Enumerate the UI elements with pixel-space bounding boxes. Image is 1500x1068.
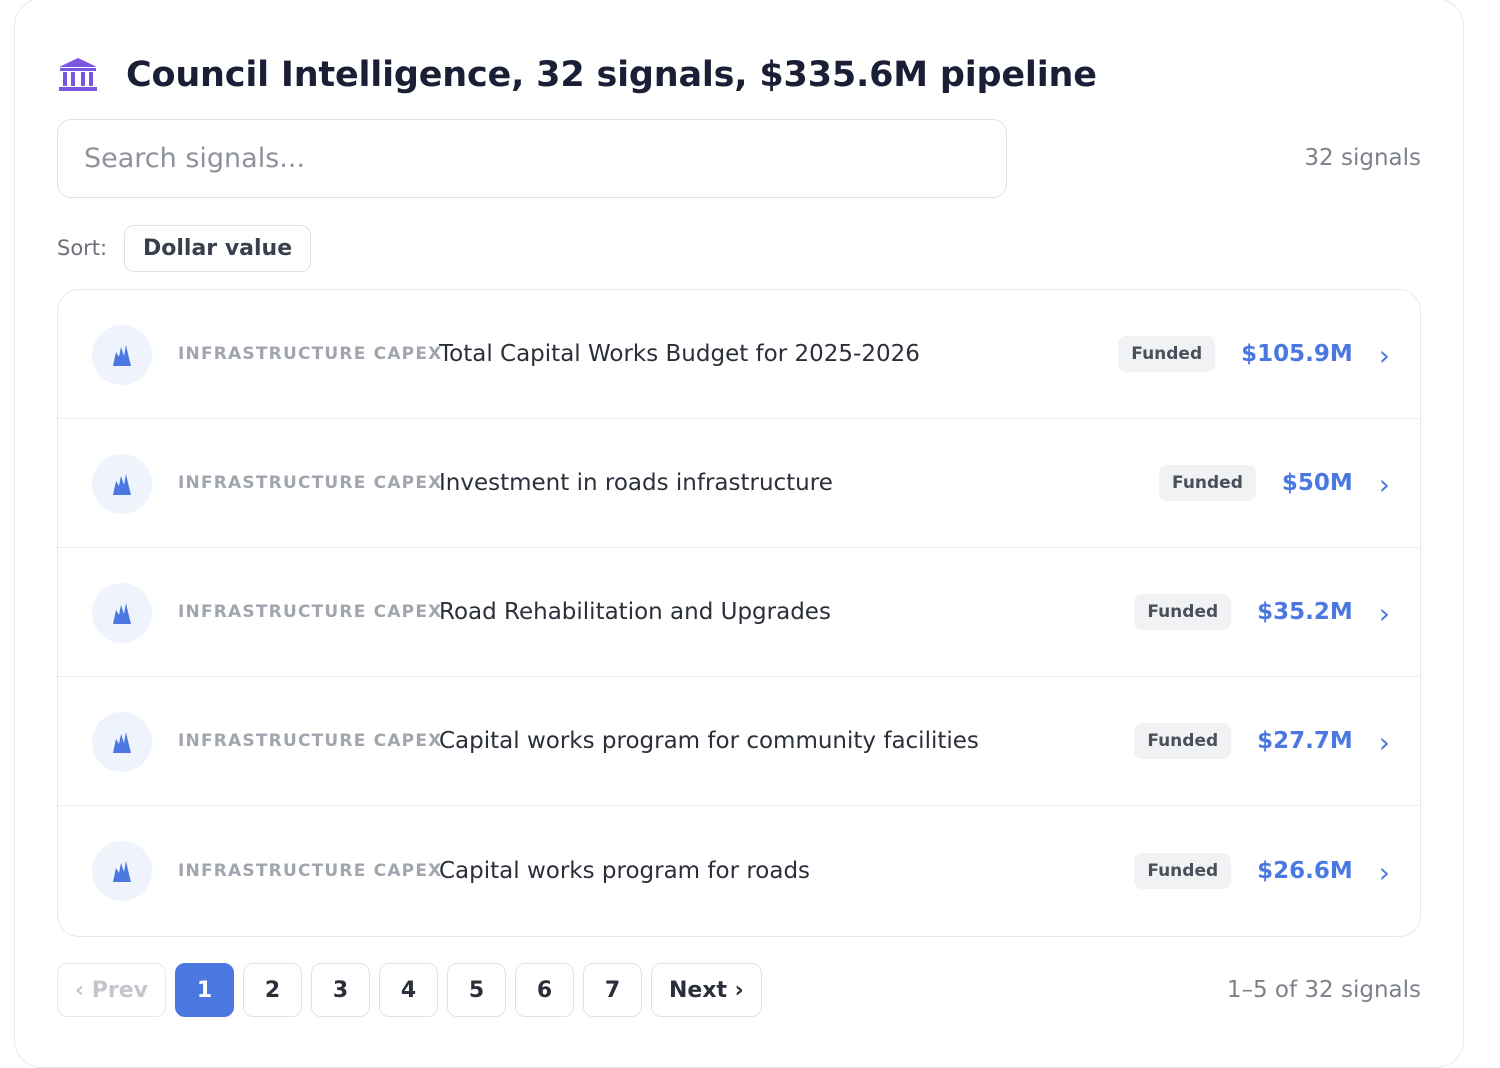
signal-category: INFRASTRUCTURE CAPEX [178, 731, 443, 751]
chevron-right-icon[interactable]: › [1379, 858, 1390, 887]
search-input[interactable] [57, 119, 1007, 198]
pagination: ‹ Prev 1 2 3 4 5 6 7 Next › [57, 963, 762, 1017]
pagination-summary: 1–5 of 32 signals [1226, 977, 1421, 1003]
sort-dropdown-button[interactable]: Dollar value [124, 225, 312, 272]
prev-page-button[interactable]: ‹ Prev [57, 963, 166, 1017]
page-button-1[interactable]: 1 [174, 963, 234, 1017]
page-button-6[interactable]: 6 [514, 963, 574, 1017]
signal-row[interactable]: INFRASTRUCTURE CAPEX Road Rehabilitation… [58, 548, 1420, 677]
signal-title: Total Capital Works Budget for 2025-2026 [439, 341, 920, 367]
signal-amount: $26.6M [1257, 857, 1353, 884]
signal-amount: $35.2M [1257, 599, 1353, 625]
status-badge: Funded [1134, 723, 1232, 759]
page-button-5[interactable]: 5 [446, 963, 506, 1017]
signal-title: Capital works program for roads [439, 857, 811, 884]
status-badge: Funded [1134, 852, 1232, 889]
chevron-right-icon[interactable]: › [1379, 600, 1390, 628]
page-button-3[interactable]: 3 [310, 963, 370, 1017]
sort-label: Sort: [57, 236, 108, 260]
signal-count: 32 signals [1304, 145, 1421, 171]
infrastructure-icon [92, 454, 152, 514]
page-button-4[interactable]: 4 [378, 963, 438, 1017]
page-button-7[interactable]: 7 [582, 963, 642, 1017]
signal-list: INFRASTRUCTURE CAPEX Total Capital Works… [57, 289, 1421, 937]
signal-amount: $105.9M [1241, 341, 1353, 367]
chevron-right-icon[interactable]: › [1379, 729, 1390, 757]
signal-title: Road Rehabilitation and Upgrades [439, 599, 831, 625]
next-page-button[interactable]: Next › [650, 963, 762, 1017]
signal-category: INFRASTRUCTURE CAPEX [178, 602, 443, 622]
page-title: Council Intelligence, 32 signals, $335.6… [126, 55, 1097, 95]
status-badge: Funded [1159, 465, 1256, 501]
chevron-right-icon[interactable]: › [1379, 471, 1390, 499]
page-button-2[interactable]: 2 [242, 963, 302, 1017]
signal-category: INFRASTRUCTURE CAPEX [178, 344, 443, 364]
signal-row[interactable]: INFRASTRUCTURE CAPEX Capital works progr… [58, 677, 1420, 806]
infrastructure-icon [92, 841, 152, 901]
bank-icon [59, 58, 97, 91]
signal-category: INFRASTRUCTURE CAPEX [178, 860, 443, 881]
signal-title: Investment in roads infrastructure [439, 470, 833, 496]
status-badge: Funded [1118, 336, 1216, 372]
signal-row[interactable]: INFRASTRUCTURE CAPEX Investment in roads… [58, 419, 1420, 548]
status-badge: Funded [1134, 594, 1232, 630]
signal-row[interactable]: INFRASTRUCTURE CAPEX Capital works progr… [58, 806, 1420, 935]
signal-amount: $50M [1281, 470, 1353, 496]
signal-amount: $27.7M [1257, 728, 1353, 754]
infrastructure-icon [92, 583, 152, 643]
infrastructure-icon [92, 325, 152, 385]
signal-title: Capital works program for community faci… [439, 728, 979, 754]
chevron-right-icon[interactable]: › [1379, 342, 1390, 370]
panel-header: Council Intelligence, 32 signals, $335.6… [57, 50, 1097, 100]
infrastructure-icon [92, 712, 152, 772]
signal-category: INFRASTRUCTURE CAPEX [178, 473, 443, 493]
signal-row[interactable]: INFRASTRUCTURE CAPEX Total Capital Works… [58, 290, 1420, 419]
